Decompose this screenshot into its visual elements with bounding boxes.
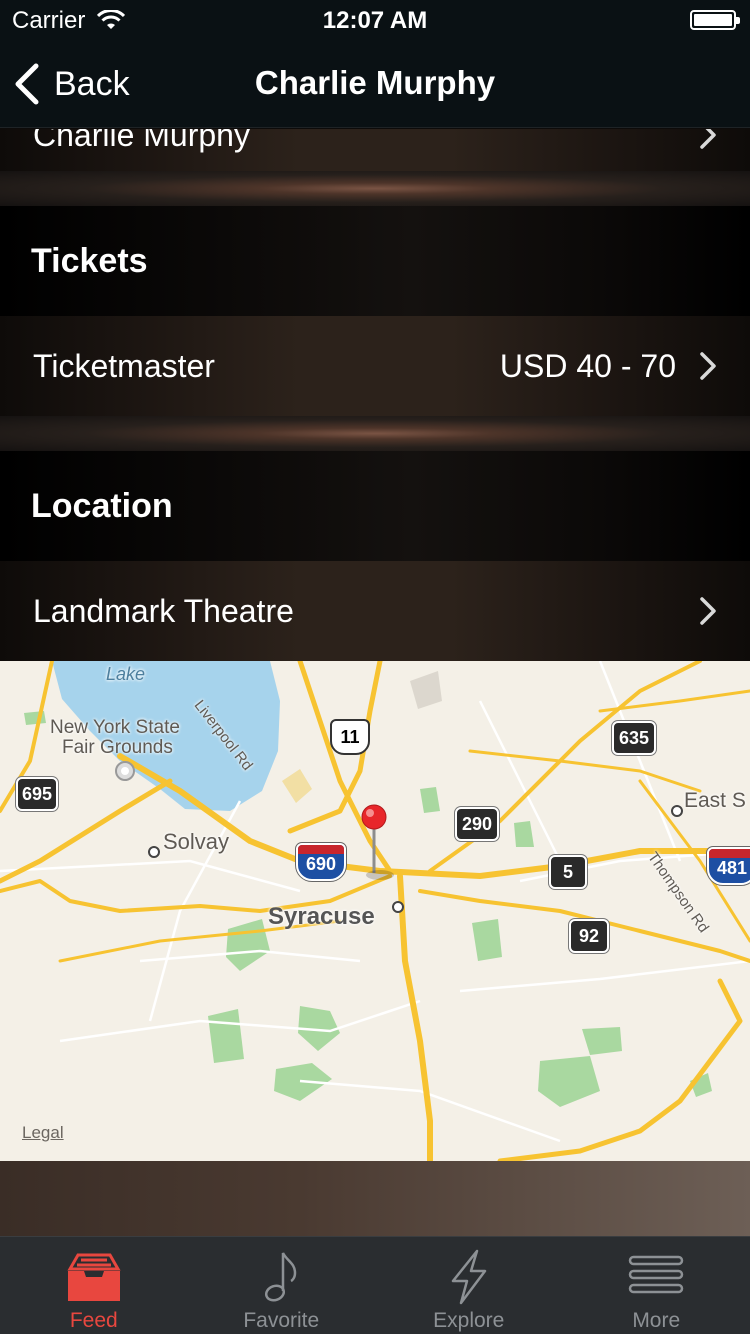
route-shield-92: 92 bbox=[569, 919, 609, 953]
tab-more[interactable]: More bbox=[563, 1237, 750, 1334]
tab-feed[interactable]: Feed bbox=[0, 1237, 188, 1334]
interstate-shield-690: 690 bbox=[296, 843, 346, 881]
map-legal-link[interactable]: Legal bbox=[22, 1123, 64, 1143]
venue-row[interactable]: Landmark Theatre bbox=[0, 561, 750, 661]
section-divider bbox=[0, 416, 750, 451]
route-shield-695: 695 bbox=[16, 777, 58, 811]
event-detail-content[interactable]: Charlie Murphy Tickets Ticketmaster USD … bbox=[0, 129, 750, 1236]
ticketmaster-row[interactable]: Ticketmaster USD 40 - 70 bbox=[0, 316, 750, 416]
tickets-section-header: Tickets bbox=[0, 206, 750, 316]
chevron-left-icon bbox=[15, 63, 39, 105]
ticket-vendor-label: Ticketmaster bbox=[33, 347, 215, 384]
map-label-solvay: Solvay bbox=[163, 829, 230, 854]
battery-icon bbox=[690, 10, 740, 30]
back-label: Back bbox=[54, 64, 130, 103]
tab-bar: Feed Favorite Explore More bbox=[0, 1236, 750, 1334]
tab-label-explore: Explore bbox=[433, 1309, 505, 1332]
chevron-right-icon bbox=[700, 352, 716, 380]
tickets-header-label: Tickets bbox=[31, 241, 148, 280]
status-bar: Carrier 12:07 AM bbox=[0, 0, 750, 40]
interstate-shield-481: 481 bbox=[707, 847, 750, 885]
location-section-header: Location bbox=[0, 451, 750, 561]
ticket-price-value: USD 40 - 70 bbox=[499, 347, 676, 384]
location-header-label: Location bbox=[31, 486, 173, 525]
back-button[interactable]: Back bbox=[12, 60, 130, 108]
route-shield-290: 290 bbox=[455, 807, 499, 841]
tab-favorite[interactable]: Favorite bbox=[188, 1237, 376, 1334]
map-label-fairgrounds: Fair Grounds bbox=[62, 737, 173, 758]
music-note-icon bbox=[265, 1252, 297, 1302]
status-time: 12:07 AM bbox=[322, 7, 428, 34]
performer-row[interactable]: Charlie Murphy bbox=[0, 129, 750, 171]
inbox-icon bbox=[67, 1253, 121, 1301]
route-shield-635: 635 bbox=[612, 721, 656, 755]
route-shield-us-11: 11 bbox=[330, 719, 370, 755]
chevron-right-icon bbox=[700, 597, 716, 625]
tab-label-favorite: Favorite bbox=[243, 1309, 320, 1332]
lightning-icon bbox=[451, 1249, 486, 1305]
navigation-bar: Back Charlie Murphy bbox=[0, 40, 750, 128]
map-label-fairgrounds: New York State bbox=[50, 717, 180, 738]
map-label-east: East S bbox=[684, 789, 746, 812]
route-shield-5: 5 bbox=[549, 855, 587, 889]
chevron-right-icon bbox=[700, 129, 716, 149]
tab-label-feed: Feed bbox=[69, 1309, 118, 1332]
performer-label: Charlie Murphy bbox=[33, 129, 250, 153]
map-label-syracuse: Syracuse bbox=[268, 903, 375, 930]
tab-explore[interactable]: Explore bbox=[375, 1237, 563, 1334]
menu-icon bbox=[629, 1255, 684, 1294]
map-label-lake: Lake bbox=[106, 664, 146, 684]
section-divider bbox=[0, 171, 750, 206]
content-footer-background bbox=[0, 1161, 750, 1236]
tab-label-more: More bbox=[632, 1309, 681, 1332]
venue-label: Landmark Theatre bbox=[33, 592, 294, 629]
venue-map[interactable]: Lake New York State Fair Grounds Liverpo… bbox=[0, 661, 750, 1161]
